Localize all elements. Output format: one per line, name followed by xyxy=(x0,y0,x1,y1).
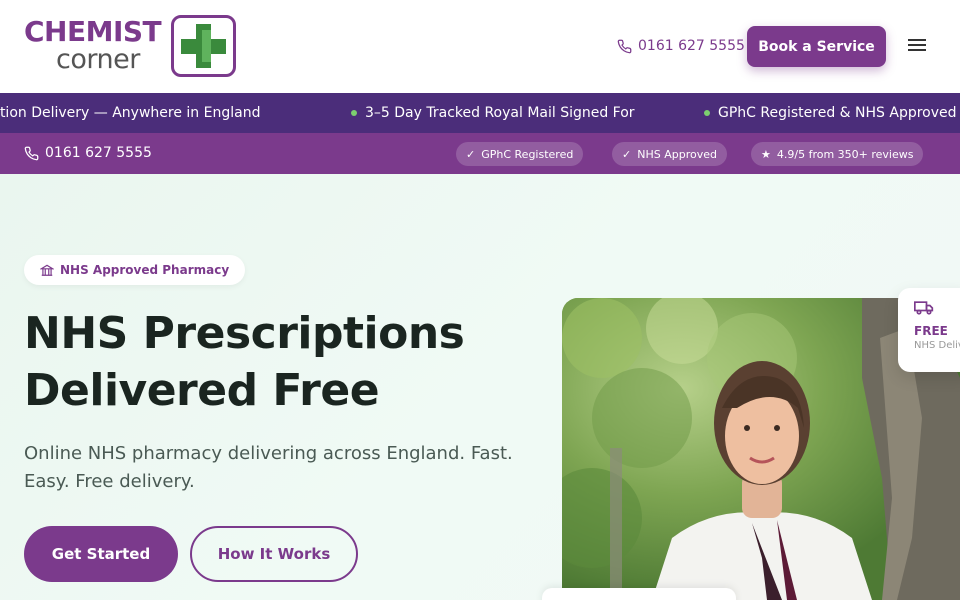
hero-section: NHS Approved Pharmacy NHS Prescriptions … xyxy=(0,174,960,600)
hamburger-icon[interactable] xyxy=(906,36,928,56)
header-phone-link[interactable]: 0161 627 5555 xyxy=(617,37,745,55)
nhs-approved-pharmacy-badge: NHS Approved Pharmacy xyxy=(24,255,246,285)
infobar-phone-number: 0161 627 5555 xyxy=(45,145,152,161)
gphc-badge-label: GPhC Registered xyxy=(481,147,574,161)
ticker-item: Free Prescription Delivery — Anywhere in… xyxy=(0,105,260,121)
infobar-phone-link[interactable]: 0161 627 5555 xyxy=(24,145,152,161)
announcement-ticker: Free Prescription Delivery — Anywhere in… xyxy=(0,93,960,133)
phone-icon xyxy=(24,146,39,160)
ticker-item: 3–5 Day Tracked Royal Mail Signed For xyxy=(351,105,635,121)
chemist-corner-logo[interactable]: CHEMIST corner xyxy=(24,15,236,77)
get-started-button[interactable]: Get Started xyxy=(24,526,178,582)
building-icon xyxy=(40,264,54,276)
how-it-works-button[interactable]: How It Works xyxy=(190,526,358,582)
reviews-badge[interactable]: ★ 4.9/5 from 350+ reviews xyxy=(751,142,924,166)
hero-title-line1: NHS Prescriptions xyxy=(24,308,465,359)
nhs-approved-badge: ✓ NHS Approved xyxy=(612,142,727,166)
truck-icon xyxy=(914,301,934,315)
delivery-card-subtitle: NHS Delivery xyxy=(914,340,960,351)
hero-subtitle: Online NHS pharmacy delivering across En… xyxy=(24,443,513,492)
bullet-dot-icon xyxy=(704,110,710,116)
ticker-item-text: Free Prescription Delivery — Anywhere in… xyxy=(0,105,261,121)
book-service-button[interactable]: Book a Service xyxy=(747,26,886,67)
info-bar: 0161 627 5555 ✓ GPhC Registered ✓ NHS Ap… xyxy=(0,133,960,174)
logo-wordmark: CHEMIST corner xyxy=(24,15,164,75)
hero-title-line2: Delivered Free xyxy=(24,365,380,416)
hero-title: NHS Prescriptions Delivered Free xyxy=(24,305,544,419)
gphc-badge: ✓ GPhC Registered xyxy=(456,142,584,166)
delivery-card-title: FREE xyxy=(914,324,948,338)
free-delivery-card: FREE NHS Delivery xyxy=(898,288,960,372)
bullet-dot-icon xyxy=(351,110,357,116)
ticker-item-text: 3–5 Day Tracked Royal Mail Signed For xyxy=(365,105,635,121)
ticker-item: GPhC Registered & NHS Approved xyxy=(704,105,957,121)
logo-line2: corner xyxy=(56,44,140,75)
logo-cross-icon xyxy=(171,15,236,77)
reviews-badge-label: 4.9/5 from 350+ reviews xyxy=(776,147,914,161)
check-icon: ✓ xyxy=(466,147,476,161)
logo-line1: CHEMIST xyxy=(24,15,162,48)
site-header: CHEMIST corner 0161 627 5555 Book a Serv… xyxy=(0,0,960,93)
floating-info-card xyxy=(542,588,736,600)
ticker-item-text: GPhC Registered & NHS Approved xyxy=(718,105,957,121)
check-icon: ✓ xyxy=(622,147,632,161)
hero-badge-label: NHS Approved Pharmacy xyxy=(60,263,230,277)
nhs-badge-label: NHS Approved xyxy=(637,147,717,161)
star-icon: ★ xyxy=(761,147,771,161)
phone-icon xyxy=(617,39,632,53)
header-phone-number: 0161 627 5555 xyxy=(638,38,745,54)
